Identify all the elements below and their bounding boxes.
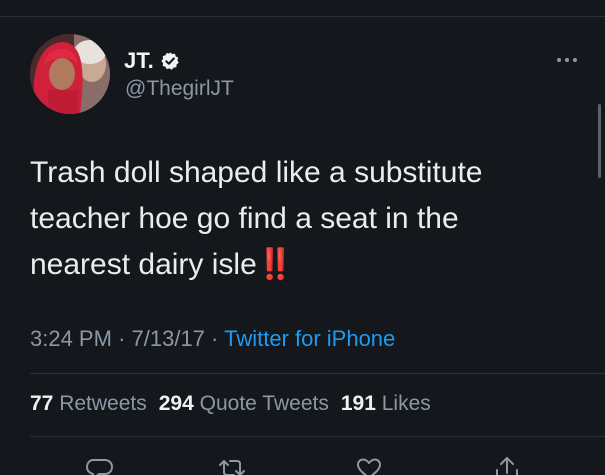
retweets-stat[interactable]: 77 Retweets <box>30 392 147 416</box>
retweets-count: 77 <box>30 392 54 415</box>
likes-stat[interactable]: 191 Likes <box>341 392 431 416</box>
share-icon <box>496 457 518 475</box>
like-button[interactable] <box>352 454 386 475</box>
like-icon <box>357 458 381 475</box>
tweet-text-line: teacher hoe go find a seat in the <box>30 202 459 235</box>
author-handle[interactable]: @ThegirlJT <box>125 77 234 101</box>
likes-count: 191 <box>340 392 376 415</box>
meta-separator: · <box>211 326 219 351</box>
reply-icon <box>86 459 113 475</box>
more-horizontal-icon-dot <box>565 58 569 62</box>
tweet-text-line: Trash doll shaped like a substitute <box>30 156 483 189</box>
retweet-icon <box>219 460 245 475</box>
share-button[interactable] <box>490 454 524 475</box>
double-exclamation-emoji: ‼️ <box>256 248 294 281</box>
reply-button[interactable] <box>82 454 116 475</box>
avatar[interactable] <box>30 34 110 114</box>
action-bar <box>0 452 605 475</box>
tweet-text-line-last: nearest dairy isle‼️ <box>30 242 575 288</box>
quote-tweets-stat[interactable]: 294 Quote Tweets <box>159 392 329 416</box>
tweet-source-link[interactable]: Twitter for iPhone <box>224 326 395 351</box>
quote-tweets-label: Quote Tweets <box>199 392 329 415</box>
retweets-label: Retweets <box>59 392 147 415</box>
meta-separator: · <box>118 326 126 351</box>
tweet-meta: 3:24 PM · 7/13/17 · Twitter for iPhone <box>30 326 395 352</box>
top-divider <box>0 16 605 17</box>
more-horizontal-icon-dot <box>573 58 577 62</box>
likes-label: Likes <box>381 392 431 415</box>
more-horizontal-icon <box>557 58 561 62</box>
meta-divider <box>30 373 605 374</box>
tweet-date[interactable]: 7/13/17 <box>132 326 205 351</box>
verified-badge-icon <box>160 51 180 71</box>
display-name[interactable]: JT. <box>124 48 154 74</box>
more-options-button[interactable] <box>549 50 585 70</box>
stats-divider <box>30 436 605 437</box>
avatar-image <box>30 34 110 114</box>
quote-tweets-count: 294 <box>158 392 194 415</box>
scrollbar[interactable] <box>598 104 601 178</box>
tweet-text: Trash doll shaped like a substitute teac… <box>30 150 575 288</box>
tweet-text-line: nearest dairy isle <box>30 248 257 281</box>
retweet-button[interactable] <box>215 454 249 475</box>
tweet-stats: 77 Retweets 294 Quote Tweets 191 Likes <box>30 392 431 416</box>
tweet-time[interactable]: 3:24 PM <box>30 326 112 351</box>
author-name-row[interactable]: JT. <box>124 48 180 74</box>
